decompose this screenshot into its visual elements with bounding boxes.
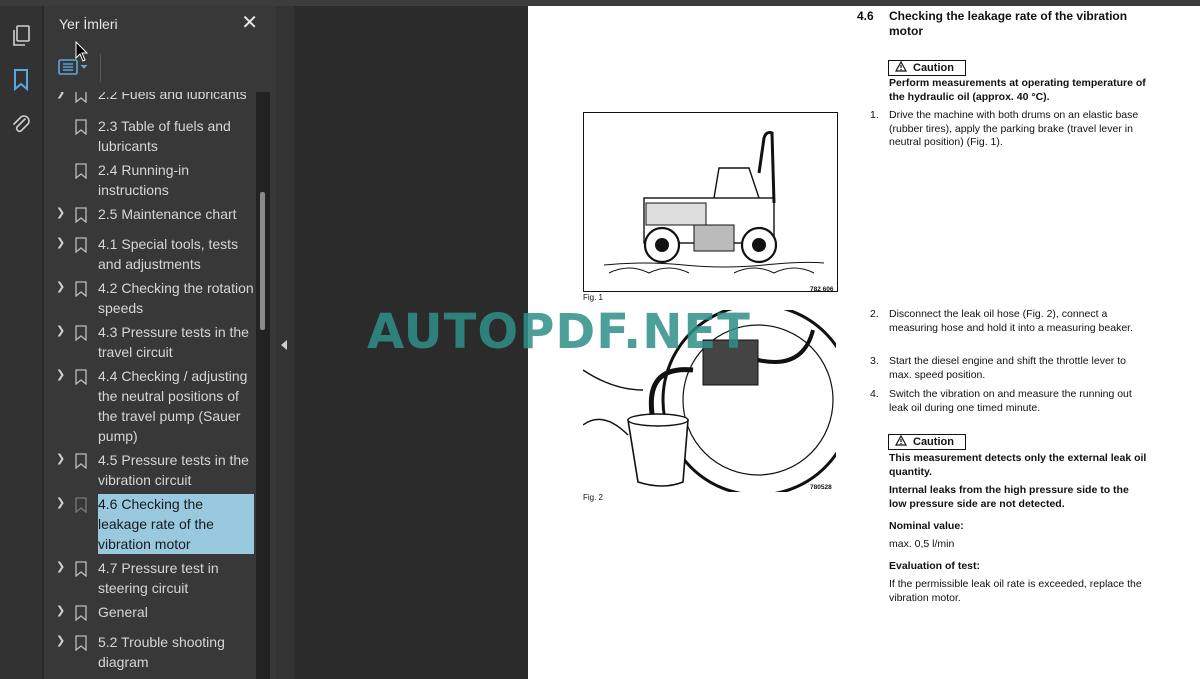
scrollbar-track[interactable] bbox=[256, 92, 270, 679]
bookmark-item[interactable]: ❯ 4.7 Pressure test in steering circuit bbox=[44, 558, 256, 598]
bookmark-label: 4.6 Checking the leakage rate of the vib… bbox=[98, 494, 254, 554]
bookmark-item[interactable]: ❯ 2.5 Maintenance chart bbox=[44, 204, 256, 224]
paperclip-icon[interactable] bbox=[9, 112, 33, 136]
panel-collapse-bar[interactable] bbox=[276, 6, 294, 679]
step-number: 2. bbox=[870, 308, 879, 320]
bookmark-icon bbox=[75, 453, 87, 469]
chevron-right-icon[interactable]: ❯ bbox=[56, 368, 65, 381]
bookmark-icon bbox=[75, 369, 87, 385]
nominal-value: max. 0,5 l/min bbox=[889, 538, 955, 550]
bookmark-item[interactable]: ❯ 4.3 Pressure tests in the travel circui… bbox=[44, 322, 256, 362]
bookmark-icon bbox=[75, 92, 87, 103]
bookmark-icon bbox=[75, 325, 87, 341]
bookmark-item[interactable]: ❯ General bbox=[44, 602, 256, 622]
caution1-text: Perform measurements at operating temper… bbox=[889, 77, 1146, 103]
bookmark-item[interactable]: ❯ 4.4 Checking / adjusting the neutral po… bbox=[44, 366, 256, 446]
bookmark-label: General bbox=[98, 604, 148, 620]
chevron-right-icon[interactable]: ❯ bbox=[56, 560, 65, 573]
step-text: Switch the vibration on and measure the … bbox=[889, 388, 1132, 414]
step-text: Drive the machine with both drums on an … bbox=[889, 109, 1139, 148]
bookmark-label: 4.7 Pressure test in steering circuit bbox=[98, 560, 219, 596]
bookmark-label: 4.5 Pressure tests in the vibration circ… bbox=[98, 452, 249, 488]
mouse-cursor-icon bbox=[75, 41, 89, 62]
bookmark-icon bbox=[75, 635, 87, 651]
chevron-right-icon[interactable]: ❯ bbox=[56, 206, 65, 219]
close-icon[interactable]: ✕ bbox=[241, 12, 258, 34]
bookmark-label: 4.2 Checking the rotation speeds bbox=[98, 280, 254, 316]
chevron-right-icon[interactable]: ❯ bbox=[56, 92, 65, 99]
chevron-right-icon[interactable]: ❯ bbox=[56, 236, 65, 249]
bookmark-label: 4.3 Pressure tests in the travel circuit bbox=[98, 324, 249, 360]
figure-1-caption: Fig. 1 bbox=[583, 293, 604, 302]
collapse-arrow-icon[interactable] bbox=[281, 340, 287, 350]
bookmark-icon[interactable] bbox=[9, 68, 33, 92]
caution2-text: This measurement detects only the extern… bbox=[889, 452, 1147, 478]
step-number: 4. bbox=[870, 388, 879, 400]
bookmark-icon bbox=[75, 237, 87, 253]
bookmark-icon bbox=[75, 119, 87, 135]
watermark: AUTOPDF.NET bbox=[367, 304, 751, 360]
bookmark-label: 2.4 Running-in instructions bbox=[98, 162, 190, 198]
bookmark-icon bbox=[75, 605, 87, 621]
evaluation-label: Evaluation of test: bbox=[889, 560, 981, 572]
chevron-right-icon[interactable]: ❯ bbox=[56, 634, 65, 647]
chevron-right-icon[interactable]: ❯ bbox=[56, 496, 65, 509]
section-number: 4.6 bbox=[857, 9, 874, 23]
bookmark-item[interactable]: ❯ 4.2 Checking the rotation speeds bbox=[44, 278, 256, 318]
step-number: 3. bbox=[870, 355, 879, 367]
warning-icon bbox=[894, 434, 908, 449]
bookmark-label: 4.4 Checking / adjusting the neutral pos… bbox=[98, 368, 248, 444]
bookmark-list: ❯ 2.2 Fuels and lubricants 2.3 Table of fu… bbox=[44, 92, 256, 679]
chevron-down-icon bbox=[80, 64, 88, 69]
figure-1-image bbox=[583, 112, 838, 292]
figure-1-id: 782 606 bbox=[810, 286, 834, 293]
bookmark-label: 4.1 Special tools, tests and adjustments bbox=[98, 236, 239, 272]
caution-label: Caution bbox=[913, 436, 954, 448]
bookmark-label: 2.3 Table of fuels and lubricants bbox=[98, 118, 231, 154]
caution-label: Caution bbox=[913, 62, 954, 74]
warning-icon bbox=[894, 60, 908, 75]
bookmark-icon bbox=[75, 163, 87, 179]
bookmark-item[interactable]: ❯ 4.5 Pressure tests in the vibration cir… bbox=[44, 450, 256, 490]
bookmarks-panel: Yer İmleri ✕ ❯ 2.2 Fuels and lubricants 2.… bbox=[44, 6, 276, 679]
bookmark-item[interactable]: ❯ 4.6 Checking the leakage rate of the vi… bbox=[44, 494, 256, 554]
bookmark-item[interactable]: ❯ 4.1 Special tools, tests and adjustment… bbox=[44, 234, 256, 274]
step-number: 1. bbox=[870, 109, 879, 121]
figure-2-caption: Fig. 2 bbox=[583, 493, 604, 502]
figure-2-id: 780528 bbox=[810, 484, 832, 491]
caution-box: Caution bbox=[888, 434, 966, 450]
pages-icon[interactable] bbox=[9, 24, 33, 48]
chevron-right-icon[interactable]: ❯ bbox=[56, 452, 65, 465]
bookmark-label: 2.2 Fuels and lubricants bbox=[98, 92, 247, 102]
section-title: Checking the leakage rate of the vibrati… bbox=[889, 9, 1128, 38]
chevron-right-icon[interactable]: ❯ bbox=[56, 604, 65, 617]
bookmark-icon bbox=[75, 497, 87, 513]
bookmark-item[interactable]: ❯ 5.2 Trouble shooting diagram bbox=[44, 632, 256, 672]
caution-box: Caution bbox=[888, 60, 966, 76]
bookmark-label: 5.2 Trouble shooting diagram bbox=[98, 634, 225, 670]
step-text: Disconnect the leak oil hose (Fig. 2), c… bbox=[889, 308, 1133, 334]
chevron-right-icon[interactable]: ❯ bbox=[56, 324, 65, 337]
panel-title: Yer İmleri bbox=[59, 16, 118, 32]
scrollbar-thumb[interactable] bbox=[260, 192, 265, 330]
chevron-right-icon[interactable]: ❯ bbox=[56, 280, 65, 293]
bookmark-icon bbox=[75, 281, 87, 297]
nominal-label: Nominal value: bbox=[889, 520, 964, 532]
caution2-text-2: Internal leaks from the high pressure si… bbox=[889, 484, 1129, 510]
bookmark-icon bbox=[75, 561, 87, 577]
bookmark-label: 2.5 Maintenance chart bbox=[98, 206, 237, 222]
left-nav-rail bbox=[0, 6, 42, 679]
bookmark-item[interactable]: 2.3 Table of fuels and lubricants bbox=[44, 116, 256, 156]
evaluation-text: If the permissible leak oil rate is exce… bbox=[889, 578, 1142, 604]
bookmark-item[interactable]: 2.4 Running-in instructions bbox=[44, 160, 256, 200]
toolbar-divider bbox=[100, 54, 101, 82]
step-text: Start the diesel engine and shift the th… bbox=[889, 355, 1126, 381]
bookmark-icon bbox=[75, 207, 87, 223]
bookmark-item[interactable]: ❯ 2.2 Fuels and lubricants bbox=[44, 92, 256, 104]
